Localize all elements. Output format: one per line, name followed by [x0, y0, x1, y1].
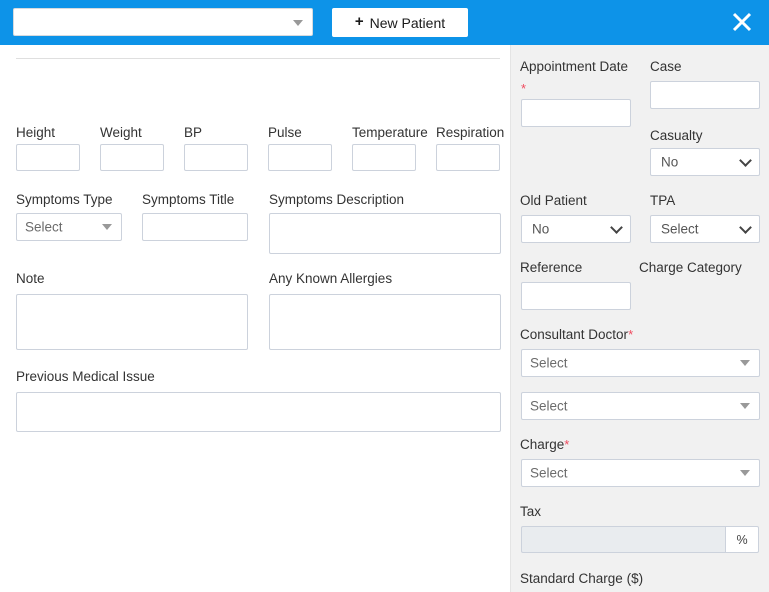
- symptoms-description-label: Symptoms Description: [269, 192, 405, 207]
- appointment-details-panel: Appointment Date * Case Casualty No Old …: [511, 45, 769, 592]
- temperature-label: Temperature: [352, 125, 428, 140]
- appointment-modal: + New Patient Height Weight BP Pulse Tem…: [0, 0, 769, 592]
- symptoms-title-label: Symptoms Title: [142, 192, 235, 207]
- previous-medical-issue-textarea[interactable]: [16, 392, 501, 432]
- patient-search-select[interactable]: [13, 8, 313, 36]
- height-input[interactable]: [16, 144, 80, 171]
- chevron-down-icon: [293, 20, 303, 26]
- chevron-down-icon: [740, 470, 750, 476]
- symptoms-title-input[interactable]: [142, 213, 248, 241]
- consultant-doctor-select[interactable]: Select: [521, 349, 760, 377]
- case-label: Case: [650, 59, 682, 74]
- patient-details-form: Height Weight BP Pulse Temperature Respi…: [0, 45, 511, 592]
- height-label: Height: [16, 125, 56, 140]
- pulse-label: Pulse: [268, 125, 302, 140]
- casualty-label: Casualty: [650, 128, 703, 143]
- note-label: Note: [16, 271, 45, 286]
- old-patient-label: Old Patient: [520, 193, 587, 208]
- casualty-select[interactable]: No: [650, 148, 760, 176]
- symptoms-description-textarea[interactable]: [269, 213, 501, 254]
- appointment-date-input[interactable]: [521, 99, 631, 127]
- consultant-doctor-secondary-select[interactable]: Select: [521, 392, 760, 420]
- chevron-down-icon: [102, 224, 112, 230]
- tpa-select-value: Select: [661, 221, 699, 237]
- old-patient-select[interactable]: No: [521, 215, 631, 243]
- chevron-down-icon: [740, 403, 750, 409]
- note-textarea[interactable]: [16, 294, 248, 350]
- charge-label-text: Charge: [520, 437, 565, 452]
- chevron-down-icon: [740, 360, 750, 366]
- new-patient-button[interactable]: + New Patient: [332, 8, 468, 37]
- old-patient-select-value: No: [532, 221, 550, 237]
- close-icon[interactable]: [726, 6, 758, 38]
- tpa-select[interactable]: Select: [650, 215, 760, 243]
- chevron-down-icon: [739, 154, 752, 167]
- charge-required-marker: *: [564, 437, 570, 452]
- chevron-down-icon: [739, 221, 752, 234]
- modal-header: + New Patient: [0, 0, 769, 45]
- case-input[interactable]: [650, 81, 760, 109]
- consultant-doctor-required-marker: *: [628, 327, 634, 342]
- tpa-label: TPA: [650, 193, 676, 208]
- charge-select[interactable]: Select: [521, 459, 760, 487]
- chevron-down-icon: [610, 221, 623, 234]
- allergies-label: Any Known Allergies: [269, 271, 393, 286]
- consultant-doctor-label: Consultant Doctor*: [520, 327, 633, 342]
- tax-label: Tax: [520, 504, 542, 519]
- reference-input[interactable]: [521, 282, 631, 310]
- new-patient-button-label: New Patient: [369, 14, 446, 31]
- charge-category-label: Charge Category: [639, 260, 742, 275]
- casualty-select-value: No: [661, 154, 679, 170]
- consultant-doctor-secondary-select-value: Select: [530, 398, 568, 414]
- symptoms-type-select[interactable]: Select: [16, 213, 122, 241]
- consultant-doctor-label-text: Consultant Doctor: [520, 327, 629, 342]
- respiration-label: Respiration: [436, 125, 505, 140]
- allergies-textarea[interactable]: [269, 294, 501, 350]
- weight-label: Weight: [100, 125, 142, 140]
- form-divider: [16, 58, 500, 59]
- charge-select-value: Select: [530, 465, 568, 481]
- previous-medical-issue-label: Previous Medical Issue: [16, 369, 155, 384]
- tax-input[interactable]: [521, 526, 725, 553]
- tax-percent-addon: %: [725, 526, 759, 553]
- pulse-input[interactable]: [268, 144, 332, 171]
- symptoms-type-label: Symptoms Type: [16, 192, 113, 207]
- weight-input[interactable]: [100, 144, 164, 171]
- respiration-input[interactable]: [436, 144, 500, 171]
- tax-input-group: %: [521, 526, 759, 553]
- appointment-date-label: Appointment Date: [520, 59, 629, 74]
- reference-label: Reference: [520, 260, 583, 275]
- symptoms-type-select-value: Select: [25, 219, 63, 235]
- temperature-input[interactable]: [352, 144, 416, 171]
- plus-icon: +: [354, 13, 364, 30]
- appointment-date-required-marker: *: [521, 81, 527, 96]
- bp-label: BP: [184, 125, 203, 140]
- standard-charge-label: Standard Charge ($): [520, 571, 644, 586]
- consultant-doctor-select-value: Select: [530, 355, 568, 371]
- bp-input[interactable]: [184, 144, 248, 171]
- charge-label: Charge*: [520, 437, 569, 452]
